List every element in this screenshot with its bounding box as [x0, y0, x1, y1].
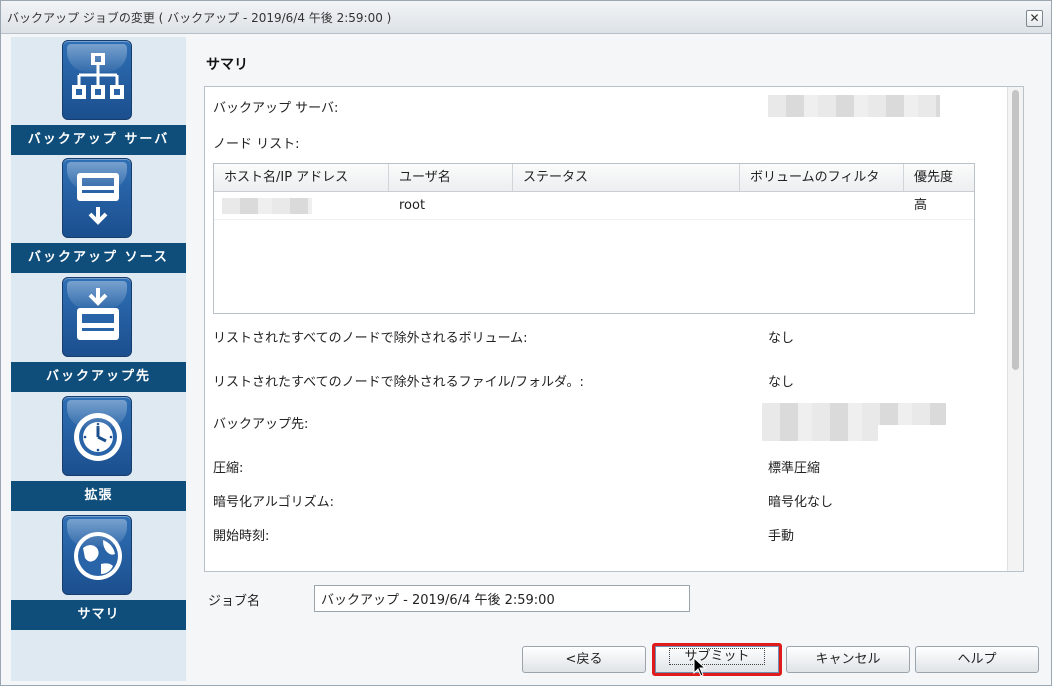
summary-panel: バックアップ サーバ: ノード リスト: ホスト名/IP アドレス ユーザ名 ス… — [204, 86, 1024, 572]
sidebar-item-backup-server[interactable]: バックアップ サーバ — [11, 37, 186, 155]
volume-filter-cell — [740, 192, 750, 220]
start-time-value: 手動 — [768, 529, 795, 544]
sidebar-item-advanced[interactable]: 拡張 — [11, 393, 186, 511]
job-name-label: ジョブ名 — [208, 594, 261, 609]
priority-cell: 高 — [914, 198, 928, 213]
submit-button-label: サブミット — [669, 648, 765, 665]
page-title: サマリ — [206, 57, 248, 73]
destination-value-redacted-2 — [762, 425, 878, 441]
column-header-host[interactable]: ホスト名/IP アドレス — [214, 164, 389, 191]
table-row[interactable]: root 高 — [214, 192, 974, 220]
column-header-user[interactable]: ユーザ名 — [389, 164, 513, 191]
encryption-value: 暗号化なし — [768, 495, 834, 510]
sidebar-item-label: バックアップ サーバ — [11, 125, 186, 155]
globe-icon — [62, 515, 132, 595]
submit-button[interactable]: サブミット — [652, 643, 782, 676]
excluded-files-value: なし — [768, 375, 795, 390]
scrollbar-thumb[interactable] — [1012, 90, 1019, 370]
sidebar-item-label: バックアップ ソース — [11, 243, 186, 273]
excluded-volumes-value: なし — [768, 331, 795, 346]
sidebar-item-summary[interactable]: サマリ — [11, 512, 186, 630]
column-header-priority[interactable]: 優先度 — [904, 164, 974, 191]
destination-value-redacted — [762, 403, 946, 425]
disk-destination-icon — [62, 277, 132, 357]
node-list-label: ノード リスト: — [213, 137, 300, 152]
column-header-volume-filter[interactable]: ボリュームのフィルタ — [740, 164, 904, 191]
disk-source-icon — [62, 158, 132, 238]
clock-icon — [62, 396, 132, 476]
mouse-cursor-icon — [693, 657, 707, 677]
start-time-label: 開始時刻: — [213, 529, 270, 544]
close-icon[interactable]: ✕ — [1026, 10, 1043, 27]
server-tree-icon — [62, 40, 132, 120]
backup-server-label: バックアップ サーバ: — [213, 101, 339, 116]
destination-label: バックアップ先: — [213, 417, 309, 432]
back-button[interactable]: <戻る — [522, 646, 646, 673]
compression-label: 圧縮: — [213, 461, 244, 476]
backup-server-value-redacted — [768, 95, 940, 117]
table-header: ホスト名/IP アドレス ユーザ名 ステータス ボリュームのフィルタ 優先度 — [214, 164, 974, 192]
cancel-button[interactable]: キャンセル — [786, 646, 910, 673]
excluded-volumes-label: リストされたすべてのノードで除外されるボリューム: — [213, 331, 528, 346]
window-title: バックアップ ジョブの変更 ( バックアップ - 2019/6/4 午後 2:5… — [7, 11, 392, 25]
column-header-status[interactable]: ステータス — [513, 164, 740, 191]
sidebar-item-label: サマリ — [11, 600, 186, 630]
sidebar-item-backup-source[interactable]: バックアップ ソース — [11, 155, 186, 273]
job-name-input[interactable] — [314, 585, 690, 612]
user-cell: root — [399, 198, 426, 213]
help-button[interactable]: ヘルプ — [915, 646, 1039, 673]
excluded-files-label: リストされたすべてのノードで除外されるファイル/フォルダ。: — [213, 375, 584, 390]
compression-value: 標準圧縮 — [768, 461, 821, 476]
wizard-sidebar: バックアップ サーバ バックアップ ソース バックアップ先 拡張 サマリ — [11, 37, 186, 681]
host-value-redacted — [222, 198, 312, 214]
backup-job-dialog: バックアップ ジョブの変更 ( バックアップ - 2019/6/4 午後 2:5… — [0, 0, 1052, 686]
sidebar-item-label: 拡張 — [11, 481, 186, 511]
vertical-scrollbar[interactable] — [1007, 87, 1023, 571]
node-list-table: ホスト名/IP アドレス ユーザ名 ステータス ボリュームのフィルタ 優先度 r… — [213, 163, 975, 314]
sidebar-item-backup-destination[interactable]: バックアップ先 — [11, 274, 186, 392]
sidebar-item-label: バックアップ先 — [11, 362, 186, 392]
title-bar: バックアップ ジョブの変更 ( バックアップ - 2019/6/4 午後 2:5… — [1, 1, 1051, 34]
status-cell — [513, 192, 523, 220]
encryption-label: 暗号化アルゴリズム: — [213, 495, 334, 510]
